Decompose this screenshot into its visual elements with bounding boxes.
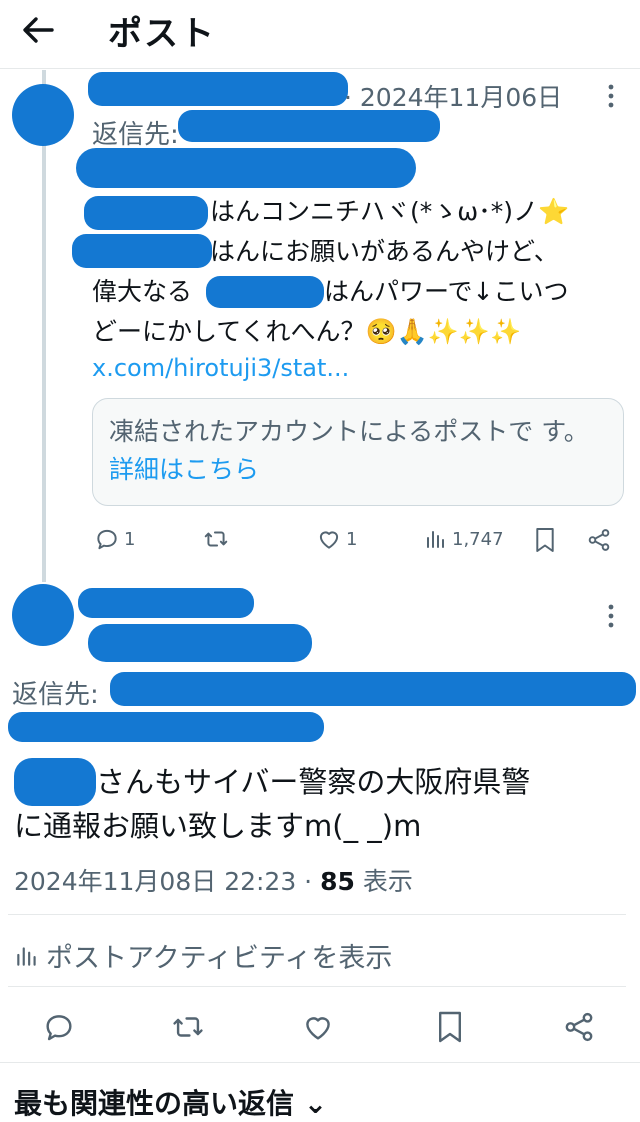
divider (0, 1062, 640, 1063)
bookmark-button[interactable] (436, 1010, 464, 1044)
card-text-wrap: 凍結されたアカウントによるポストで す。詳細はこちら (109, 413, 609, 489)
post-text-line: どーにかしてくれへん？🥺🙏✨✨✨ (92, 317, 522, 346)
page-title: ポスト (108, 14, 216, 54)
share-icon (588, 529, 610, 551)
redacted-reply-targets (110, 672, 636, 706)
post-text-line: はんコンニチハヾ(*ゝω･*)ノ⭐ (210, 197, 570, 226)
post-text-line: 偉大なる (92, 277, 193, 306)
more-options-icon[interactable] (604, 602, 618, 630)
reply-button[interactable]: 1 (94, 526, 135, 552)
views-button[interactable]: 1,747 (424, 526, 504, 552)
card-details-link[interactable]: 詳細はこちら (109, 455, 259, 484)
reply-icon (46, 1015, 72, 1041)
like-count: 1 (346, 528, 358, 550)
repost-button[interactable] (202, 526, 234, 552)
reply-to-label: 返信先: (92, 120, 179, 150)
like-button[interactable] (300, 1010, 336, 1044)
view-count: 85 (320, 867, 355, 896)
reply-count: 1 (124, 528, 136, 550)
card-text: 凍結されたアカウントによるポストで す。 (109, 417, 589, 446)
bar-chart-icon (427, 531, 444, 548)
heart-icon (319, 531, 339, 549)
bookmark-icon (536, 528, 554, 552)
avatar[interactable] (12, 584, 74, 646)
redacted-display-name (78, 588, 254, 618)
reply-sort-selector[interactable]: 最も関連性の高い返信 ⌄ (14, 1082, 327, 1122)
redacted-mention (72, 234, 212, 268)
redacted-mention (76, 148, 416, 188)
share-button[interactable] (586, 526, 616, 554)
post-date: · 2024年11月06日 (344, 83, 563, 112)
thread-connector-line (42, 70, 46, 582)
post-meta: 2024年11月08日 22:23 · 85 表示 (14, 862, 413, 898)
top-bar: ポスト (0, 0, 640, 66)
divider (8, 914, 626, 915)
heart-icon (306, 1017, 330, 1040)
divider (8, 986, 626, 987)
redacted-mention (84, 196, 208, 230)
main-post-text: さんもサイバー警察の大阪府県警 に通報お願い致しますm(_ _)m (14, 760, 624, 848)
view-label: 表示 (354, 867, 413, 896)
reply-to-label: 返信先: (12, 680, 99, 710)
post-link[interactable]: x.com/hirotuji3/stat... (92, 354, 349, 382)
view-count: 1,747 (452, 528, 504, 550)
post-timestamp: 2024年11月08日 22:23 · (14, 867, 321, 896)
main-post-text-a: さんもサイバー警察の大阪府県警 (96, 765, 531, 799)
repost-icon (173, 1017, 203, 1037)
divider (0, 68, 640, 69)
bookmark-button[interactable] (534, 526, 560, 554)
repost-button[interactable] (170, 1010, 206, 1044)
back-arrow-icon[interactable] (18, 10, 58, 50)
like-button[interactable]: 1 (316, 526, 357, 552)
redacted-reply-targets (8, 712, 324, 742)
post-activity-label: ポストアクティビティを表示 (46, 943, 393, 974)
bar-chart-icon (17, 946, 36, 966)
reply-button[interactable] (42, 1010, 76, 1044)
post-activity-link[interactable]: ポストアクティビティを表示 (14, 936, 392, 975)
post-text-line: はんにお願いがあるんやけど、 (210, 237, 559, 266)
redacted-mention (206, 276, 324, 308)
share-button[interactable] (562, 1010, 596, 1044)
avatar[interactable] (12, 84, 74, 146)
repost-icon (204, 531, 228, 547)
more-options-icon[interactable] (604, 82, 618, 110)
quoted-post-card[interactable]: 凍結されたアカウントによるポストで す。詳細はこちら (92, 398, 624, 506)
reply-icon (97, 529, 117, 550)
redacted-handle (88, 624, 312, 662)
share-icon (565, 1012, 593, 1042)
post-text-line: はんパワーで↓こいつ (324, 277, 569, 306)
main-post-text-b: に通報お願い致しますm(_ _)m (14, 809, 422, 843)
redacted-reply-target (178, 110, 440, 142)
bookmark-icon (439, 1011, 461, 1043)
redacted-username (88, 72, 348, 106)
